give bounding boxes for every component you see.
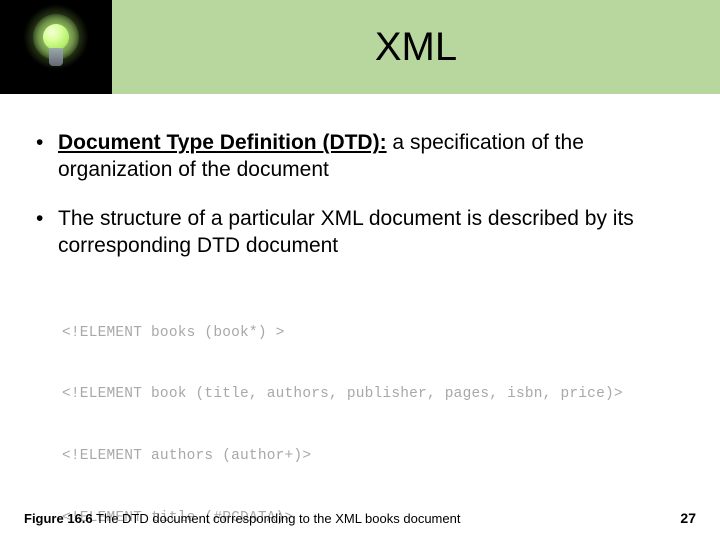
bullet-2-text: The structure of a particular XML docume…	[58, 207, 634, 257]
title-area: XML	[112, 0, 720, 94]
slide-header: XML	[0, 0, 720, 94]
term-dtd: Document Type Definition (DTD):	[58, 131, 387, 154]
dtd-code-block: <!ELEMENT books (book*) > <!ELEMENT book…	[62, 282, 688, 540]
slide-footer: Figure 16.6 The DTD document correspondi…	[0, 510, 720, 526]
bullet-list: Document Type Definition (DTD): a specif…	[32, 130, 688, 260]
figure-caption: Figure 16.6 The DTD document correspondi…	[24, 511, 460, 526]
figure-number: Figure 16.6	[24, 511, 93, 526]
page-number: 27	[680, 510, 696, 526]
slide-title: XML	[375, 25, 457, 70]
figure-caption-text: The DTD document corresponding to the XM…	[93, 511, 461, 526]
logo-panel	[0, 0, 112, 94]
bullet-item-2: The structure of a particular XML docume…	[32, 206, 688, 260]
lightbulb-icon	[26, 8, 86, 86]
code-line: <!ELEMENT authors (author+)>	[62, 446, 688, 467]
code-line: <!ELEMENT book (title, authors, publishe…	[62, 384, 688, 405]
slide-content: Document Type Definition (DTD): a specif…	[0, 94, 720, 540]
bullet-item-1: Document Type Definition (DTD): a specif…	[32, 130, 688, 184]
code-line: <!ELEMENT books (book*) >	[62, 323, 688, 344]
slide: XML Document Type Definition (DTD): a sp…	[0, 0, 720, 540]
